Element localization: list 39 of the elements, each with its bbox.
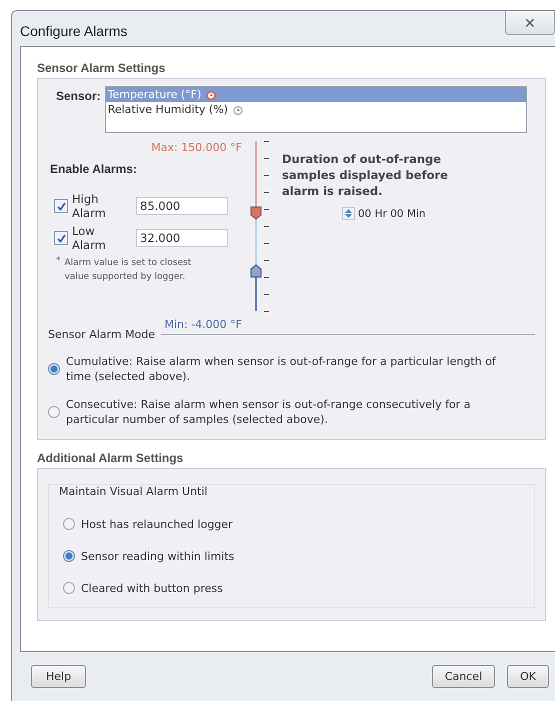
- alarm-value-field[interactable]: 85.000: [136, 197, 228, 215]
- low-thumb[interactable]: [250, 264, 262, 278]
- spin-button[interactable]: [342, 207, 355, 220]
- max-label: Max: 150.000 °F: [150, 141, 243, 154]
- checkbox[interactable]: [54, 199, 68, 213]
- help-button[interactable]: Help: [31, 665, 86, 688]
- radio-button[interactable]: [48, 363, 60, 375]
- radio-button[interactable]: [63, 550, 75, 562]
- duration-value: 00 Hr 00 Min: [358, 208, 426, 220]
- sensor-item[interactable]: Relative Humidity (%): [106, 102, 526, 117]
- checkbox[interactable]: [54, 231, 68, 245]
- mode-heading: Sensor Alarm Mode: [48, 328, 156, 341]
- duration-text: Duration of out-of-range samples displayed before alarm is raised.: [282, 151, 449, 199]
- option-label: Cleared with button press: [81, 582, 223, 594]
- alarm-value-field[interactable]: 32.000: [136, 229, 228, 247]
- sensor-label: Sensor:: [56, 89, 101, 103]
- mode-label: Cumulative: Raise alarm when sensor is out-of-range for a particular length of time (selected above).: [66, 354, 497, 384]
- mode-label: Consecutive: Raise alarm when sensor is out-of-range consecutively for a particular number of samples (selected above).: [66, 397, 472, 427]
- radio-button[interactable]: [63, 518, 75, 530]
- min-label: Min: -4.000 °F: [164, 318, 242, 331]
- option-label: Host has relaunched logger: [81, 518, 233, 530]
- alarm-slider[interactable]: [250, 141, 272, 313]
- note-text: Alarm value is set to closest value supported by logger.: [64, 257, 192, 284]
- radio-button[interactable]: [63, 582, 75, 594]
- section-heading: Sensor Alarm Settings: [37, 61, 166, 75]
- cancel-button[interactable]: Cancel: [432, 665, 496, 688]
- alarm-label: High Alarm: [72, 192, 107, 220]
- group-label: Maintain Visual Alarm Until: [57, 485, 210, 498]
- window-title: Configure Alarms: [20, 23, 128, 39]
- sensor-list[interactable]: Temperature (°F) Relative Humidity (%): [104, 86, 527, 133]
- alarm-label: Low Alarm: [72, 224, 107, 252]
- enable-alarms-heading: Enable Alarms:: [50, 162, 138, 176]
- ok-button[interactable]: OK: [507, 665, 549, 688]
- note-mark: *: [56, 256, 60, 268]
- radio-button[interactable]: [48, 406, 60, 418]
- close-button[interactable]: ✕: [505, 11, 555, 35]
- option-label: Sensor reading within limits: [81, 550, 234, 562]
- section-heading: Additional Alarm Settings: [37, 451, 184, 465]
- high-thumb[interactable]: [250, 206, 262, 220]
